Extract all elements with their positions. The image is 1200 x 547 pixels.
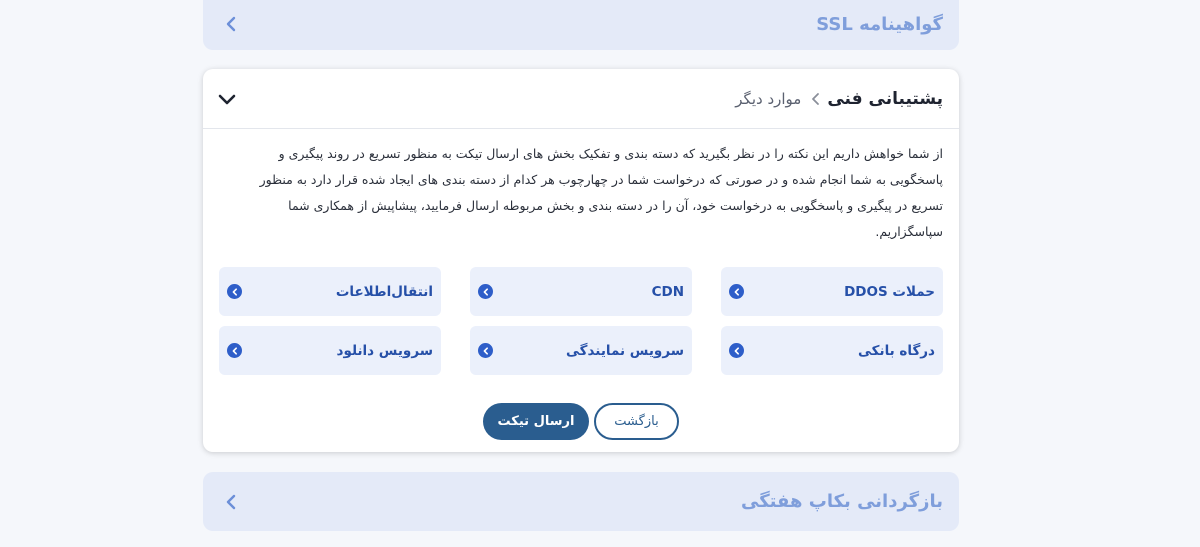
category-label: سرویس دانلود: [336, 342, 433, 359]
support-card: پشتیبانی فنی موارد دیگر از شما خواهش دار…: [203, 69, 959, 452]
arrow-left-circle-icon: [227, 343, 242, 358]
back-button[interactable]: بازگشت: [594, 403, 679, 440]
category-grid: حملات DDOS CDN انتقال‌اطلاعات درگاه بانک…: [219, 267, 943, 375]
category-label: سرویس نمایندگی: [566, 342, 684, 359]
card-header[interactable]: پشتیبانی فنی موارد دیگر: [203, 69, 959, 129]
arrow-left-circle-icon: [729, 284, 744, 299]
chevron-left-icon[interactable]: [223, 16, 239, 32]
category-payment-gateway-button[interactable]: درگاه بانکی: [721, 326, 943, 375]
arrow-left-circle-icon: [729, 343, 744, 358]
card-subtitle: موارد دیگر: [735, 89, 802, 108]
category-ddos-button[interactable]: حملات DDOS: [721, 267, 943, 316]
accordion-backup-title: بازگردانی بکاپ هفتگی: [741, 491, 943, 512]
category-label: درگاه بانکی: [857, 342, 935, 359]
arrow-left-circle-icon: [227, 284, 242, 299]
category-download-service-button[interactable]: سرویس دانلود: [219, 326, 441, 375]
arrow-left-circle-icon: [478, 343, 493, 358]
breadcrumb: پشتیبانی فنی موارد دیگر: [735, 89, 943, 109]
category-label: حملات DDOS: [844, 283, 935, 300]
card-title: پشتیبانی فنی: [827, 88, 943, 109]
arrow-left-circle-icon: [478, 284, 493, 299]
category-cdn-button[interactable]: CDN: [470, 267, 692, 316]
description-text: از شما خواهش داریم این نکته را در نظر بگ…: [259, 146, 943, 239]
send-ticket-button[interactable]: ارسال تیکت: [483, 403, 589, 440]
accordion-ssl-title: گواهینامه SSL: [816, 13, 943, 35]
action-bar: ارسال تیکت بازگشت: [203, 403, 959, 440]
category-label: انتقال‌اطلاعات: [335, 283, 433, 300]
chevron-left-icon: [807, 92, 821, 106]
category-data-transfer-button[interactable]: انتقال‌اطلاعات: [219, 267, 441, 316]
accordion-ssl[interactable]: گواهینامه SSL: [203, 0, 959, 50]
chevron-down-icon[interactable]: [217, 89, 237, 109]
category-label: CDN: [651, 283, 684, 300]
chevron-left-icon[interactable]: [223, 494, 239, 510]
category-reseller-service-button[interactable]: سرویس نمایندگی: [470, 326, 692, 375]
accordion-weekly-backup[interactable]: بازگردانی بکاپ هفتگی: [203, 472, 959, 531]
